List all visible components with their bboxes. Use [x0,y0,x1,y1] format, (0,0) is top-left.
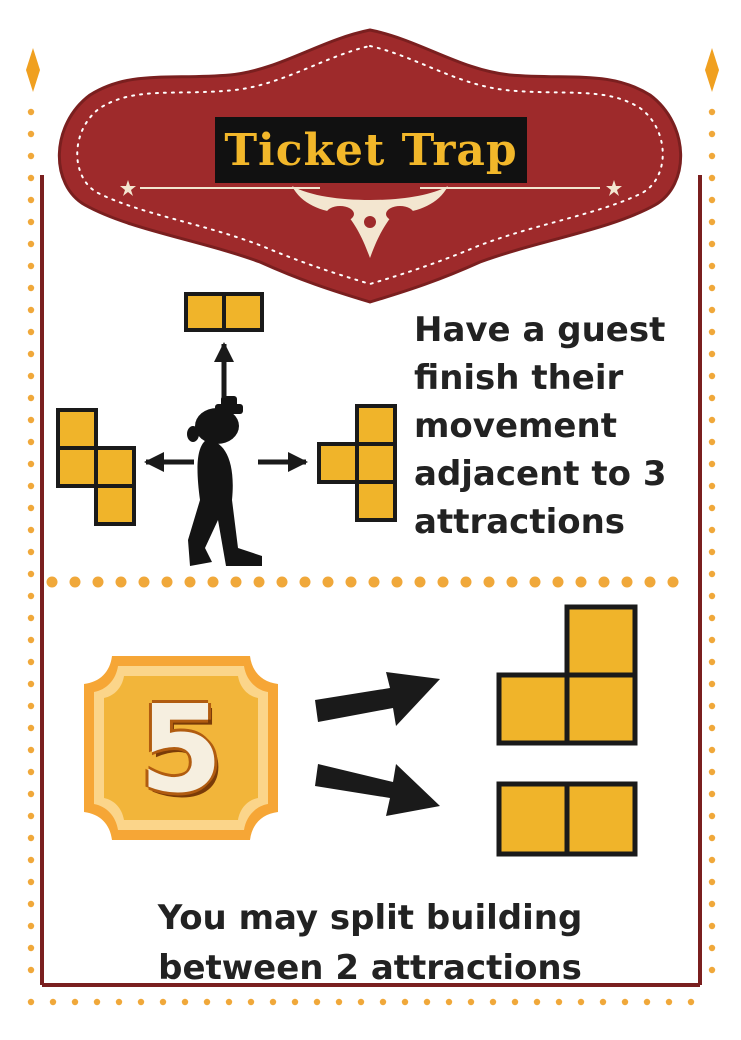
coin-value: 5 [139,680,223,820]
card-title-box: Ticket Trap [215,117,527,183]
goal-line: adjacent to 3 [414,454,667,494]
reward-description: You may split building between 2 attract… [110,893,630,993]
left-finial-icon [26,48,40,92]
tile-l-tromino-icon [496,604,638,746]
right-finial-icon [705,48,719,92]
goal-line: movement [414,406,617,446]
tile-right-icon [317,404,397,522]
goal-description: Have a guest finish their movement adjac… [414,306,732,546]
tile-top-icon [184,292,264,332]
reward-line: between 2 attractions [158,948,582,988]
arrow-down-right-icon [315,764,440,816]
tile-domino-icon [496,781,638,857]
goal-line: finish their [414,358,624,398]
guest-silhouette-icon [187,396,262,566]
goal-line: attractions [414,502,626,542]
arrow-up-right-icon [315,672,440,726]
card-title: Ticket Trap [224,124,518,176]
reward-arrows [315,672,440,816]
reward-line: You may split building [157,898,583,938]
tile-left-icon [56,408,136,526]
goal-line: Have a guest [414,310,666,350]
